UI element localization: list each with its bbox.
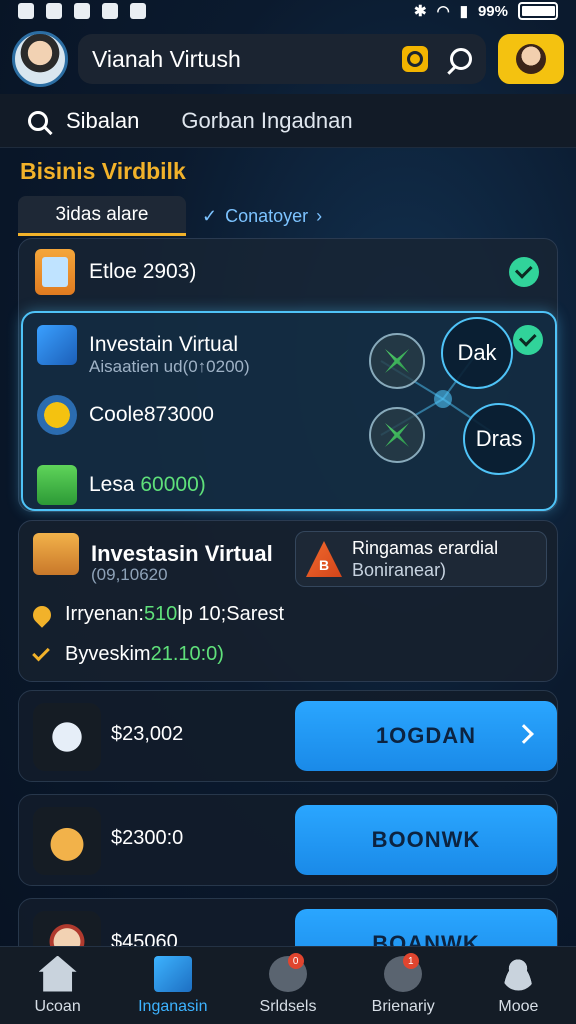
check-icon[interactable]	[513, 325, 543, 355]
profile-avatar-icon	[516, 44, 546, 74]
status-bar: ✱ ◠ ▮ 99%	[0, 0, 576, 22]
search-tab-primary[interactable]: Sibalan	[66, 108, 139, 134]
x-node-icon[interactable]	[369, 407, 425, 463]
action-button[interactable]: BOONWK	[295, 805, 557, 875]
node-top[interactable]: Dak	[441, 317, 513, 389]
node-bottom[interactable]: Dras	[463, 403, 535, 475]
app-header: Vianah Virtush	[12, 28, 564, 90]
search-bar[interactable]: Sibalan Gorban Ingadnan	[0, 94, 576, 148]
business-card: Etloe 2903) Investain Virtual Aisaatien …	[18, 238, 558, 512]
detail-label: Byveskim	[65, 643, 151, 665]
nav-item-search[interactable]: 1 Brienariy	[346, 947, 461, 1024]
wifi-icon: ◠	[436, 3, 450, 20]
chevron-right-icon	[514, 724, 534, 744]
nav-label: Inganasin	[138, 997, 208, 1015]
notification-icon	[46, 3, 62, 19]
badge-line2: Boniranear)	[352, 560, 447, 580]
detail-line: Byveskim 21.10:0)	[32, 643, 224, 666]
search-icon	[28, 110, 48, 131]
bottom-nav: Ucoan Inganasin 0 Srldsels 1 Brienariy M…	[0, 946, 576, 1024]
notification-icon	[130, 3, 146, 19]
title-bar: Vianah Virtush	[78, 34, 486, 84]
check-icon[interactable]	[509, 257, 539, 287]
x-node-icon[interactable]	[369, 333, 425, 389]
coin-value: Coole873000	[89, 403, 214, 426]
notification-badge: 1	[402, 953, 419, 969]
battery-percent: 99%	[477, 2, 508, 20]
bluetooth-icon: ✱	[414, 3, 427, 20]
tab-bar: 3idas alare ✓ Conatoyer ›	[18, 196, 558, 236]
item-label: Etloe 2903)	[89, 260, 197, 283]
nav-label: Ucoan	[34, 997, 81, 1015]
notification-icon	[18, 3, 34, 19]
notification-icon	[74, 3, 90, 19]
b-logo-icon: B	[306, 541, 342, 577]
nav-label: Srldsels	[259, 997, 317, 1015]
investment-subtitle: Aisaatien ud(0↑0200)	[89, 357, 250, 376]
item-amount: $23,002	[111, 723, 184, 745]
coin-row[interactable]: Coole873000	[37, 395, 214, 435]
home-icon	[38, 955, 77, 992]
avatar[interactable]	[12, 31, 68, 87]
pin-icon	[29, 601, 55, 628]
nav-item-home[interactable]: Ucoan	[0, 947, 115, 1024]
box-icon	[33, 807, 101, 875]
coin-icon	[37, 395, 77, 435]
app-title: Vianah Virtush	[92, 45, 241, 72]
box-icon	[33, 533, 79, 575]
search-icon[interactable]	[450, 48, 472, 70]
nav-item-skills[interactable]: 0 Srldsels	[230, 947, 345, 1024]
profile-button[interactable]	[498, 34, 564, 84]
notification-badge: 0	[287, 953, 304, 969]
list-item: $23,002 1OGDAN	[18, 690, 558, 782]
tab-other[interactable]: ✓ Conatoyer ›	[202, 206, 322, 227]
cube-label: Lesa 60000)	[89, 473, 206, 496]
button-label: 1OGDAN	[375, 723, 477, 748]
investment-card: Investasin Virtual (09,10620 B Ringamas …	[18, 520, 558, 682]
detail-suffix: lp 10;Sarest	[177, 603, 285, 625]
notification-icons	[18, 3, 146, 19]
detail-line: Irryenan: 510 lp 10;Sarest	[29, 601, 285, 628]
chevron-right-icon: ›	[316, 205, 323, 226]
section-title: Bisinis Virdbilk	[20, 158, 186, 184]
badge-text: Ringamas erardial Boniranear)	[352, 537, 498, 581]
detail-value: 510	[143, 603, 178, 625]
signal-icon: ▮	[459, 3, 468, 20]
battery-icon	[518, 2, 558, 20]
document-icon	[35, 249, 75, 295]
list-item: $2300:0 BOONWK	[18, 794, 558, 886]
nav-label: Brienariy	[371, 997, 435, 1015]
detail-label: Irryenan:	[65, 603, 144, 625]
nav-label: Mooe	[498, 997, 539, 1015]
nav-item-profile[interactable]: Mooe	[461, 947, 576, 1024]
document-icon	[33, 703, 101, 771]
investment-panel[interactable]: Investain Virtual Aisaatien ud(0↑0200) C…	[21, 311, 557, 511]
item-amount: $2300:0	[111, 827, 184, 849]
button-label: BOONWK	[371, 827, 481, 852]
check-icon: ✓	[202, 205, 218, 226]
card-title: Investasin Virtual	[91, 541, 273, 566]
book-icon	[153, 955, 192, 992]
system-status: ✱ ◠ ▮ 99%	[414, 2, 558, 20]
cube-icon	[37, 465, 77, 505]
check-icon	[32, 643, 50, 662]
cube-row[interactable]: Lesa 60000)	[37, 465, 206, 505]
camera-icon[interactable]	[402, 46, 428, 72]
chart-icon	[37, 325, 77, 365]
card-subtitle: (09,10620	[91, 565, 168, 584]
search-tab-secondary[interactable]: Gorban Ingadnan	[181, 108, 352, 134]
badge-line1: Ringamas erardial	[352, 538, 499, 558]
notification-icon	[102, 3, 118, 19]
badge-box[interactable]: B Ringamas erardial Boniranear)	[295, 531, 547, 587]
user-icon	[501, 956, 536, 991]
tab-other-label: Conatoyer	[225, 205, 309, 226]
detail-value: 21.10:0)	[150, 643, 224, 665]
action-button[interactable]: 1OGDAN	[295, 701, 557, 771]
list-item[interactable]: Etloe 2903)	[35, 249, 196, 295]
investment-title: Investain Virtual	[89, 333, 239, 356]
tab-active[interactable]: 3idas alare	[18, 196, 186, 236]
nav-item-investments[interactable]: Inganasin	[115, 947, 230, 1024]
